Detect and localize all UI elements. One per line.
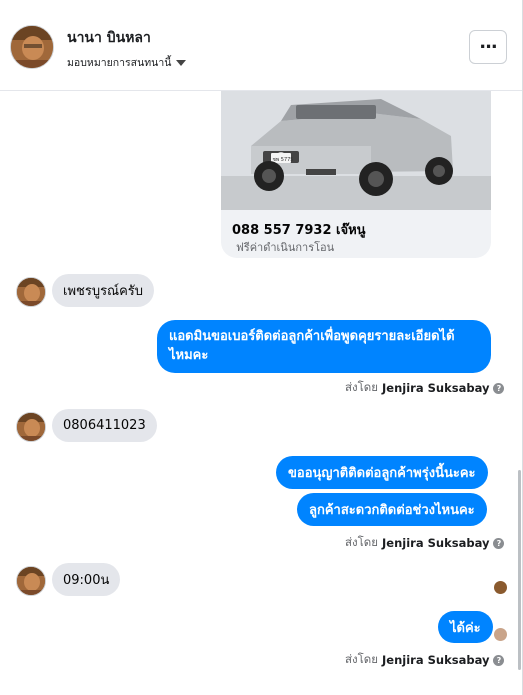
- info-icon[interactable]: ?: [493, 537, 505, 549]
- info-icon[interactable]: ?: [493, 382, 505, 394]
- more-icon: ...: [479, 32, 497, 53]
- incoming-message[interactable]: 09:00น: [52, 563, 121, 596]
- scrollbar[interactable]: [518, 470, 521, 670]
- info-icon[interactable]: ?: [493, 654, 505, 666]
- license-plate: ชพ 5775: [272, 157, 293, 163]
- sent-by-label: ส่งโดย Jenjira Suksabay ?: [345, 534, 505, 552]
- incoming-message[interactable]: 0806411023: [52, 409, 157, 442]
- outgoing-message[interactable]: แอดมินขอเบอร์ติดต่อลูกค้าเพื่อพูดคุยรายล…: [157, 320, 491, 373]
- assign-conversation-dropdown[interactable]: มอบหมายการสนทนานี้: [67, 54, 187, 71]
- message-text: 0806411023: [63, 418, 146, 433]
- sender-name: Jenjira Suksabay: [382, 653, 490, 667]
- sent-by-prefix: ส่งโดย: [345, 380, 379, 394]
- message-text: ได้ค่ะ: [450, 620, 481, 636]
- seen-avatar-icon: [494, 581, 507, 594]
- shared-post-card[interactable]: ชพ 5775 088 557 7932 เจ๊หนู ฟรีค่าดำเนิน…: [221, 91, 491, 258]
- outgoing-message[interactable]: ขออนุญาติติดต่อลูกค้าพรุ่งนี้นะคะ: [276, 456, 488, 489]
- outgoing-message[interactable]: ลูกค้าสะดวกติดต่อช่วงไหนคะ: [297, 493, 487, 526]
- sent-by-prefix: ส่งโดย: [345, 652, 379, 666]
- sent-by-label: ส่งโดย Jenjira Suksabay ?: [345, 379, 505, 397]
- contact-name: นานา บินหลา: [67, 30, 151, 46]
- seen-avatar-icon: [494, 628, 507, 641]
- message-text: 09:00น: [63, 573, 110, 588]
- contact-avatar-small[interactable]: [16, 412, 46, 442]
- assign-label: มอบหมายการสนทนานี้: [67, 57, 172, 69]
- more-options-button[interactable]: ...: [469, 30, 507, 64]
- sent-by-prefix: ส่งโดย: [345, 535, 379, 549]
- contact-avatar[interactable]: [10, 25, 54, 69]
- message-text: ขออนุญาติติดต่อลูกค้าพรุ่งนี้นะคะ: [288, 466, 476, 481]
- incoming-message[interactable]: เพชรบูรณ์ครับ: [52, 274, 155, 307]
- conversation-header: นานา บินหลา มอบหมายการสนทนานี้ ...: [0, 0, 522, 91]
- message-text: เพชรบูรณ์ครับ: [63, 284, 144, 299]
- contact-avatar-small[interactable]: [16, 566, 46, 596]
- sent-by-label: ส่งโดย Jenjira Suksabay ?: [345, 651, 505, 669]
- outgoing-message[interactable]: ได้ค่ะ: [438, 611, 493, 643]
- caret-down-icon: [176, 59, 187, 66]
- sender-name: Jenjira Suksabay: [382, 536, 490, 550]
- message-text-line1: แอดมินขอเบอร์ติดต่อลูกค้าเพื่อพูดคุยรายล…: [169, 329, 455, 344]
- card-subtitle: ฟรีค่าดำเนินการโอน: [236, 241, 335, 254]
- car-photo: ชพ 5775: [221, 91, 491, 210]
- message-text-line2: ไหมคะ: [169, 348, 209, 363]
- card-title[interactable]: 088 557 7932 เจ๊หนู: [232, 219, 366, 240]
- message-text: ลูกค้าสะดวกติดต่อช่วงไหนคะ: [309, 503, 475, 518]
- sender-name: Jenjira Suksabay: [382, 381, 490, 395]
- contact-avatar-small[interactable]: [16, 277, 46, 307]
